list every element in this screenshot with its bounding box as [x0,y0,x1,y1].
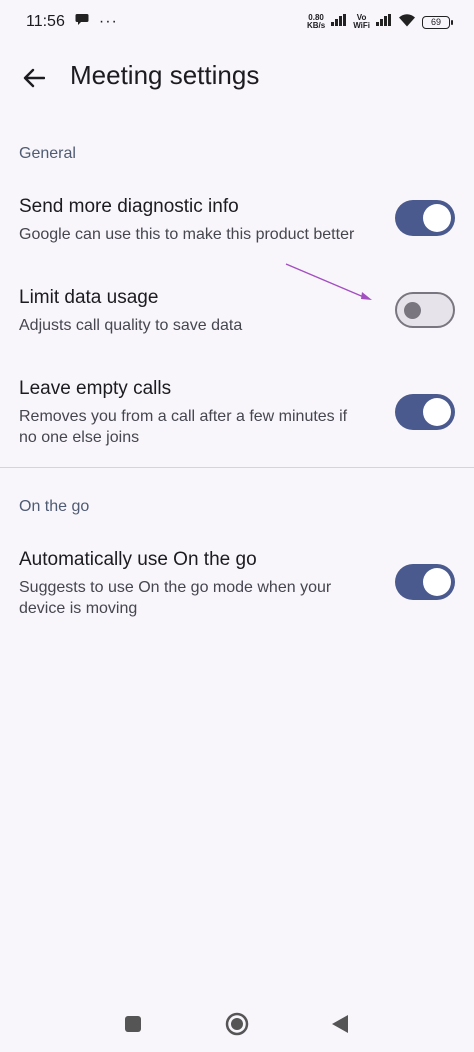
chat-bubble-icon [75,13,89,31]
network-speed-unit: KB/s [306,21,326,30]
signal-icon [331,13,347,31]
back-triangle-icon [332,1015,348,1033]
toggle-knob [423,568,451,596]
setting-subtitle: Adjusts call quality to save data [19,317,243,334]
status-bar: 11:56 ··· 0.80 KB/s Vo WiFi 69 [0,0,474,44]
status-bar-right: 0.80 KB/s Vo WiFi 69 [307,13,453,32]
arrow-back-icon [23,68,45,88]
vowifi-bottom: WiFi [353,21,370,30]
leave-empty-calls-toggle[interactable] [395,394,455,430]
section-header-on-the-go: On the go [19,498,90,515]
setting-subtitle: Google can use this to make this product… [19,226,355,243]
setting-title: Limit data usage [19,287,159,308]
setting-row-auto-on-the-go[interactable]: Automatically use On the go Suggests to … [0,549,474,621]
auto-on-the-go-toggle[interactable] [395,564,455,600]
setting-subtitle: Removes you from a call after a few minu… [19,408,348,446]
setting-title: Automatically use On the go [19,549,257,570]
system-nav-bar [0,1004,474,1044]
status-bar-left: 11:56 ··· [26,13,118,31]
back-button[interactable] [18,64,50,92]
diagnostic-info-toggle[interactable] [395,200,455,236]
setting-title: Leave empty calls [19,378,172,399]
page-title: Meeting settings [70,60,260,90]
wifi-icon [398,13,416,32]
limit-data-usage-toggle[interactable] [395,292,455,328]
battery-icon: 69 [422,15,453,29]
setting-row-diagnostic-info[interactable]: Send more diagnostic info Google can use… [0,196,474,248]
recents-button[interactable] [121,1012,145,1036]
recents-square-icon [125,1016,141,1032]
setting-row-limit-data-usage[interactable]: Limit data usage Adjusts call quality to… [0,287,474,339]
home-button[interactable] [225,1012,249,1036]
setting-title: Send more diagnostic info [19,196,239,217]
more-notifications-icon: ··· [98,13,118,30]
section-divider [0,467,474,468]
toggle-knob [423,398,451,426]
network-speed: 0.80 KB/s [307,14,325,30]
toggle-knob [404,302,421,319]
toggle-knob [423,204,451,232]
battery-level: 69 [430,17,441,27]
home-circle-icon [225,1012,249,1036]
nav-back-button[interactable] [328,1012,352,1036]
setting-subtitle: Suggests to use On the go mode when your… [19,579,332,617]
signal-icon-2 [376,13,392,31]
setting-row-leave-empty-calls[interactable]: Leave empty calls Removes you from a cal… [0,378,474,450]
vowifi-indicator: Vo WiFi [353,14,370,30]
status-time: 11:56 [26,13,65,30]
section-header-general: General [19,145,76,162]
app-bar: Meeting settings [0,52,474,102]
